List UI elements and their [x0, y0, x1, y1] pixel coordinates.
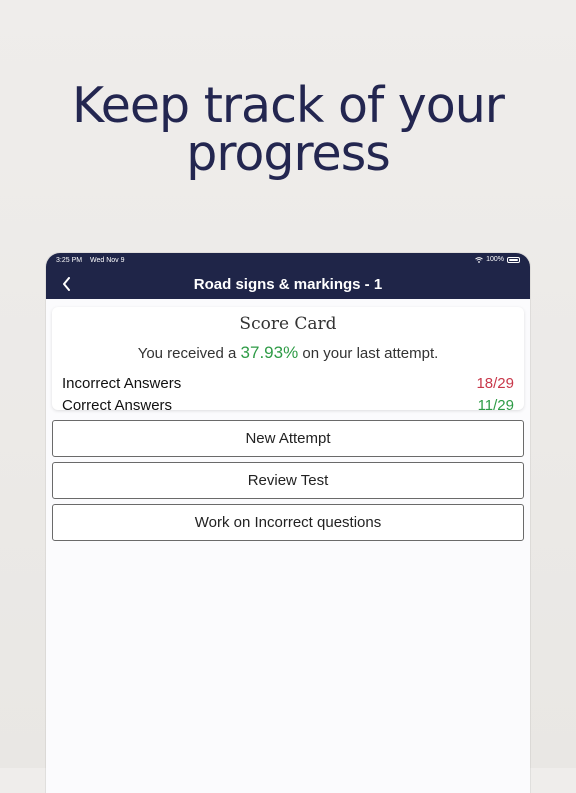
score-summary-suffix: on your last attempt. [302, 345, 439, 362]
battery-icon [507, 256, 520, 263]
score-summary-prefix: You received a [137, 345, 237, 362]
incorrect-answers-label: Incorrect Answers [62, 375, 182, 392]
headline-line-2: progress [186, 125, 391, 182]
main-content: Score Card You received a 37.93% on your… [46, 299, 530, 793]
correct-answers-value: 11/29 [477, 397, 514, 414]
status-bar: 3:25 PM Wed Nov 9 100% [46, 255, 530, 267]
correct-answers-row: Correct Answers 11/29 [62, 397, 514, 414]
nav-title: Road signs & markings - 1 [193, 275, 383, 293]
device-frame: 3:25 PM Wed Nov 9 100% Road signs & mark… [46, 253, 530, 793]
score-card-title: Score Card [239, 314, 337, 334]
score-card: Score Card You received a 37.93% on your… [52, 307, 524, 414]
correct-answers-label: Correct Answers [62, 397, 173, 414]
score-percentage: 37.93% [240, 343, 299, 362]
headline-line-1: Keep track of your [72, 77, 505, 134]
top-bar: 3:25 PM Wed Nov 9 100% Road signs & mark… [46, 253, 530, 299]
incorrect-answers-row: Incorrect Answers 18/29 [62, 375, 514, 392]
status-right: 100% [475, 256, 520, 263]
battery-percent: 100% [486, 256, 504, 263]
status-date: Wed Nov 9 [90, 257, 125, 264]
status-time: 3:25 PM [56, 257, 83, 264]
incorrect-answers-value: 18/29 [476, 375, 514, 392]
new-attempt-button[interactable]: New Attempt [52, 420, 524, 457]
review-test-button[interactable]: Review Test [52, 462, 524, 499]
chevron-left-icon [62, 277, 70, 291]
work-incorrect-button[interactable]: Work on Incorrect questions [52, 504, 524, 541]
back-button[interactable] [54, 271, 78, 297]
marketing-headline: Keep track of your progress [0, 77, 576, 182]
nav-bar: Road signs & markings - 1 [46, 271, 530, 297]
wifi-icon [475, 256, 483, 263]
score-summary: You received a 37.93% on your last attem… [62, 343, 514, 363]
